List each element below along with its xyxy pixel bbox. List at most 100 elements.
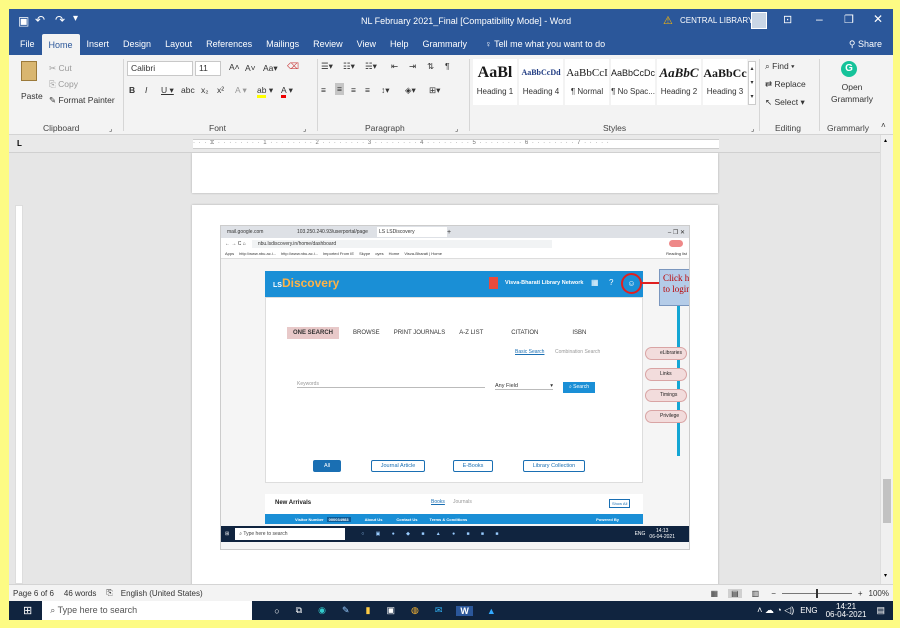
font-size-select[interactable]: 11 [195, 61, 221, 76]
tab-a-z-list[interactable]: A-Z LIST [459, 330, 483, 336]
window-controls[interactable]: – ❐ ✕ [668, 229, 685, 236]
vertical-scrollbar[interactable]: ▴ ▾ [880, 135, 893, 584]
tab-design[interactable]: Design [116, 33, 158, 55]
select-button[interactable]: ↖ Select ▾ [765, 97, 805, 108]
store-icon[interactable]: ▣ [386, 605, 395, 616]
account-name[interactable]: CENTRAL LIBRARY [680, 16, 753, 25]
share-button[interactable]: ⚲ Share [842, 33, 889, 55]
numbering-icon[interactable]: ☷▾ [343, 61, 355, 72]
cortana-icon[interactable]: ○ [274, 606, 279, 616]
filter-library-collection[interactable]: Library Collection [523, 460, 585, 472]
tool-icon[interactable]: ✎ [342, 605, 350, 616]
tell-me-search[interactable]: ♀ Tell me what you want to do [478, 33, 612, 55]
scroll-down-icon[interactable]: ▾ [884, 572, 887, 579]
font-name-select[interactable]: Calibri [127, 61, 193, 76]
tab-citation[interactable]: CITATION [511, 330, 538, 336]
books-tab[interactable]: Books [431, 499, 445, 505]
line-spacing-icon[interactable]: ↕▾ [381, 85, 390, 96]
paste-button[interactable]: Paste [21, 91, 43, 101]
proofing-icon[interactable]: ⎘ [106, 588, 112, 598]
underline-button[interactable]: U ▾ [161, 85, 174, 96]
align-right-icon[interactable]: ≡ [351, 85, 356, 95]
bookmark[interactable]: http://www.nbu.ac.i... [239, 251, 276, 256]
scroll-thumb[interactable] [883, 479, 891, 523]
shading-icon[interactable]: ◈▾ [405, 85, 416, 96]
page-count[interactable]: Page 6 of 6 [13, 589, 54, 598]
font-color-icon[interactable]: A ▾ [281, 85, 293, 98]
login-icon[interactable]: ☺ [621, 273, 642, 294]
find-button[interactable]: ⌕ Find ▾ [765, 61, 795, 72]
inner-search[interactable]: ⌕ Type here to search [235, 528, 346, 540]
page-previous[interactable] [192, 153, 718, 193]
strikethrough-button[interactable]: abc [181, 85, 195, 95]
copy-button[interactable]: ⎘ Copy [49, 79, 78, 90]
redo-icon[interactable]: ↷ [55, 13, 65, 27]
search-button[interactable]: ⌕ Search [563, 382, 595, 393]
help-icon[interactable]: ? [609, 278, 613, 287]
basic-search-link[interactable]: Basic Search [515, 349, 544, 355]
clear-format-icon[interactable]: ⌫ [287, 61, 299, 72]
style-no-spacing[interactable]: AaBbCcDc ¶ No Spac... [611, 59, 655, 105]
align-left-icon[interactable]: ≡ [321, 85, 326, 95]
paste-icon[interactable] [21, 61, 37, 81]
style-heading-1[interactable]: AaBl Heading 1 [473, 59, 517, 105]
combination-search-link[interactable]: Combination Search [555, 349, 600, 355]
align-center-icon[interactable]: ≡ [335, 83, 344, 95]
restore-icon[interactable]: ❐ [844, 13, 854, 26]
word-count[interactable]: 46 words [64, 589, 96, 598]
tray-icons[interactable]: ˄ ☁ ◔ ◁) [757, 605, 794, 616]
change-case-icon[interactable]: Aa▾ [263, 63, 278, 74]
footer-about[interactable]: About Us [365, 517, 383, 522]
tab-one-search[interactable]: ONE SEARCH [287, 327, 340, 339]
side-elibraries[interactable]: eLibraries [645, 347, 687, 360]
tab-file[interactable]: File [13, 33, 42, 55]
field-select[interactable]: Any Field ▾ [495, 383, 553, 390]
tab-browse[interactable]: BROWSE [353, 330, 380, 336]
document-area[interactable]: mail.google.com 103.250.240.93/userporta… [9, 153, 880, 584]
profile-icon[interactable] [669, 240, 683, 247]
dialog-launcher-icon[interactable]: ⌟ [303, 125, 306, 133]
highlight-icon[interactable]: ab ▾ [257, 85, 273, 98]
journals-tab[interactable]: Journals [453, 499, 472, 505]
replace-button[interactable]: ⇄ Replace [765, 79, 806, 90]
grammarly-icon[interactable]: G [841, 61, 857, 77]
footer-contact[interactable]: Contact Us [396, 517, 417, 522]
bookmark[interactable]: Skype [359, 251, 370, 256]
tab-layout[interactable]: Layout [158, 33, 199, 55]
increase-indent-icon[interactable]: ⇥ [409, 61, 416, 72]
taskbar-lang[interactable]: ENG [800, 606, 817, 615]
tab-home[interactable]: Home [41, 34, 80, 55]
save-icon[interactable]: ▣ [18, 14, 29, 28]
bookmark[interactable]: http://www.nbu.ac.i... [281, 251, 318, 256]
bookmark[interactable]: Reading list [666, 251, 687, 256]
bookmark[interactable]: oyes [375, 251, 383, 256]
focus-icon[interactable]: ▦ [711, 589, 719, 598]
filter-ebooks[interactable]: E-Books [453, 460, 493, 472]
horizontal-ruler[interactable]: L · · · ⧖ · · · · · · · · 1 · · · · · · … [9, 135, 893, 153]
footer-terms[interactable]: Terms & Conditions [430, 517, 468, 522]
sort-icon[interactable]: ⇅ [427, 61, 434, 72]
inner-app-icons[interactable]: ○ ▣ ● ◆ ■ ▲ ● ■ ■ ■ [361, 531, 503, 537]
nav-icons[interactable]: ← → C ⌂ [225, 241, 246, 247]
style-normal[interactable]: AaBbCcI ¶ Normal [565, 59, 609, 105]
zoom-in-icon[interactable]: + [858, 589, 863, 598]
subscript-button[interactable]: x₂ [201, 85, 209, 95]
notification-icon[interactable]: ▤ [876, 605, 885, 616]
explorer-icon[interactable]: ▮ [366, 605, 371, 616]
tab-review[interactable]: Review [306, 33, 350, 55]
style-heading-4[interactable]: AaBbCcDd Heading 4 [519, 59, 563, 105]
italic-button[interactable]: I [145, 85, 147, 95]
close-icon[interactable]: ✕ [873, 12, 883, 26]
start-icon[interactable]: ⊞ [23, 604, 32, 617]
web-layout-icon[interactable]: ▥ [752, 589, 760, 598]
dialog-launcher-icon[interactable]: ⌟ [455, 125, 458, 133]
minimize-icon[interactable]: – [816, 12, 823, 26]
new-tab-icon[interactable]: + [447, 229, 451, 236]
dialog-launcher-icon[interactable]: ⌟ [109, 125, 112, 133]
side-timings[interactable]: Timings [645, 389, 687, 402]
tab-isbn[interactable]: ISBN [572, 330, 586, 336]
edge-icon[interactable]: ◉ [318, 605, 326, 616]
style-heading-2[interactable]: AaBbC Heading 2 [657, 59, 701, 105]
borders-icon[interactable]: ⊞▾ [429, 85, 440, 96]
photos-icon[interactable]: ▲ [487, 606, 496, 616]
